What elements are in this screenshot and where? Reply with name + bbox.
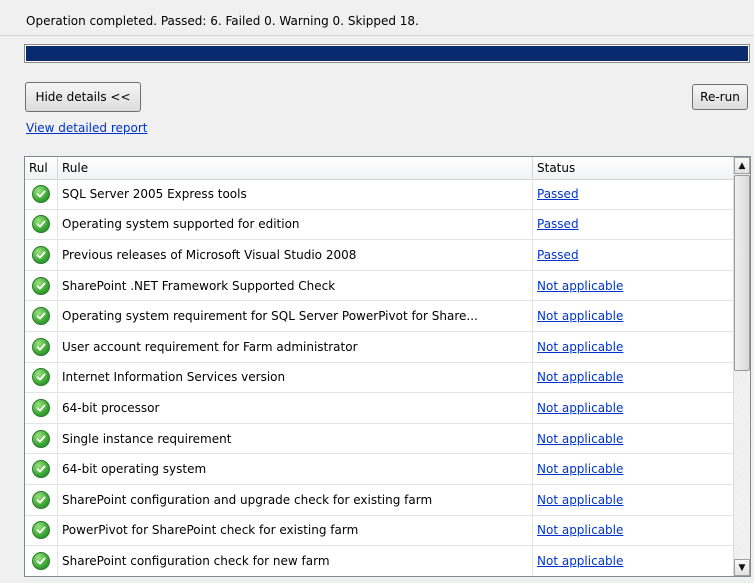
check-circle-icon (32, 429, 50, 448)
rule-name: 64-bit operating system (58, 454, 533, 484)
check-circle-icon (32, 398, 50, 417)
rule-status-link[interactable]: Not applicable (537, 432, 623, 446)
rule-status-cell: Not applicable (533, 271, 733, 301)
table-row[interactable]: SharePoint .NET Framework Supported Chec… (25, 270, 733, 302)
scrollbar-thumb[interactable] (734, 175, 750, 371)
rule-status-icon-cell (25, 362, 58, 393)
table-row[interactable]: Previous releases of Microsoft Visual St… (25, 240, 733, 271)
check-circle-icon (32, 276, 50, 295)
column-header-rule[interactable]: Rule (58, 157, 533, 179)
rule-status-cell: Not applicable (533, 424, 733, 454)
rule-status-link[interactable]: Not applicable (537, 370, 623, 384)
rule-status-link[interactable]: Passed (537, 248, 579, 262)
rule-name: User account requirement for Farm admini… (58, 331, 533, 362)
table-row[interactable]: Single instance requirement Not applicabl… (25, 423, 733, 455)
check-circle-icon (32, 368, 50, 387)
rule-status-cell: Not applicable (533, 393, 733, 423)
check-circle-icon (32, 307, 50, 326)
rule-status-icon-cell (25, 270, 58, 301)
progress-bar (24, 44, 750, 63)
rule-status-cell: Not applicable (533, 454, 733, 484)
rule-status-link[interactable]: Not applicable (537, 523, 623, 537)
rule-status-icon-cell (25, 301, 58, 331)
rule-name: Operating system requirement for SQL Ser… (58, 301, 533, 331)
rule-status-link[interactable]: Not applicable (537, 554, 623, 568)
table-row[interactable]: Operating system requirement for SQL Ser… (25, 301, 733, 332)
check-circle-icon (32, 551, 50, 570)
rule-name: Operating system supported for edition (58, 209, 533, 240)
table-row[interactable]: Operating system supported for edition Pa… (25, 209, 733, 241)
rule-status-icon-cell (25, 454, 58, 484)
rule-status-link[interactable]: Not applicable (537, 340, 623, 354)
rule-name: 64-bit processor (58, 393, 533, 423)
check-circle-icon (32, 490, 50, 509)
rules-table: Rul Rule Status SQL Server 2005 Express … (24, 156, 751, 577)
rule-name: SQL Server 2005 Express tools (58, 179, 533, 209)
table-row[interactable]: SharePoint configuration check for new f… (25, 546, 733, 576)
rule-status-icon-cell (25, 179, 58, 209)
column-header-rul[interactable]: Rul (25, 157, 58, 179)
table-row[interactable]: 64-bit operating system Not applicable (25, 454, 733, 485)
rule-name: Single instance requirement (58, 423, 533, 454)
table-row[interactable]: User account requirement for Farm admini… (25, 331, 733, 363)
rule-status-cell: Passed (533, 179, 733, 209)
rule-status-cell: Not applicable (533, 332, 733, 362)
rule-name: PowerPivot for SharePoint check for exis… (58, 515, 533, 546)
scroll-down-arrow-icon[interactable]: ▼ (734, 559, 750, 576)
table-header: Rul Rule Status (25, 157, 733, 180)
check-circle-icon (32, 245, 50, 264)
rule-status-icon-cell (25, 515, 58, 546)
check-circle-icon (32, 184, 50, 203)
rule-status-cell: Not applicable (533, 516, 733, 546)
rule-status-cell: Not applicable (533, 546, 733, 576)
rule-status-icon-cell (25, 484, 58, 515)
rule-status-link[interactable]: Not applicable (537, 309, 623, 323)
table-row[interactable]: PowerPivot for SharePoint check for exis… (25, 515, 733, 547)
rule-status-link[interactable]: Passed (537, 217, 579, 231)
rule-status-icon-cell (25, 393, 58, 423)
table-body: SQL Server 2005 Express tools Passed Opera… (25, 179, 733, 576)
rule-name: SharePoint configuration and upgrade che… (58, 484, 533, 515)
rule-status-link[interactable]: Not applicable (537, 462, 623, 476)
rule-name: SharePoint .NET Framework Supported Chec… (58, 270, 533, 301)
rule-status-cell: Passed (533, 240, 733, 270)
table-row[interactable]: Internet Information Services version Not… (25, 362, 733, 394)
rule-status-cell: Not applicable (533, 301, 733, 331)
table-row[interactable]: SharePoint configuration and upgrade che… (25, 484, 733, 516)
rule-name: SharePoint configuration check for new f… (58, 546, 533, 576)
rule-status-link[interactable]: Not applicable (537, 401, 623, 415)
rule-status-link[interactable]: Not applicable (537, 279, 623, 293)
rule-status-link[interactable]: Not applicable (537, 493, 623, 507)
rule-status-cell: Not applicable (533, 485, 733, 515)
rule-status-icon-cell (25, 240, 58, 270)
check-circle-icon (32, 337, 50, 356)
rerun-button[interactable]: Re-run (692, 84, 748, 110)
rule-name: Previous releases of Microsoft Visual St… (58, 240, 533, 270)
rule-status-cell: Not applicable (533, 363, 733, 393)
operation-summary: Operation completed. Passed: 6. Failed 0… (26, 14, 419, 28)
check-circle-icon (32, 215, 50, 234)
check-circle-icon (32, 521, 50, 540)
view-detailed-report-link[interactable]: View detailed report (26, 121, 147, 135)
table-row[interactable]: 64-bit processor Not applicable (25, 393, 733, 424)
scroll-up-arrow-icon[interactable]: ▲ (734, 157, 750, 174)
table-row[interactable]: SQL Server 2005 Express tools Passed (25, 179, 733, 210)
rule-status-link[interactable]: Passed (537, 187, 579, 201)
progress-bar-fill (26, 46, 748, 61)
rule-status-cell: Passed (533, 210, 733, 240)
hide-details-button[interactable]: Hide details << (25, 82, 141, 112)
rule-status-icon-cell (25, 209, 58, 240)
header-divider (0, 35, 754, 36)
column-header-status[interactable]: Status (533, 157, 733, 179)
check-circle-icon (32, 460, 50, 479)
rule-name: Internet Information Services version (58, 362, 533, 393)
rule-status-icon-cell (25, 331, 58, 362)
rule-status-icon-cell (25, 546, 58, 576)
rule-status-icon-cell (25, 423, 58, 454)
vertical-scrollbar[interactable]: ▲ ▼ (733, 157, 750, 576)
